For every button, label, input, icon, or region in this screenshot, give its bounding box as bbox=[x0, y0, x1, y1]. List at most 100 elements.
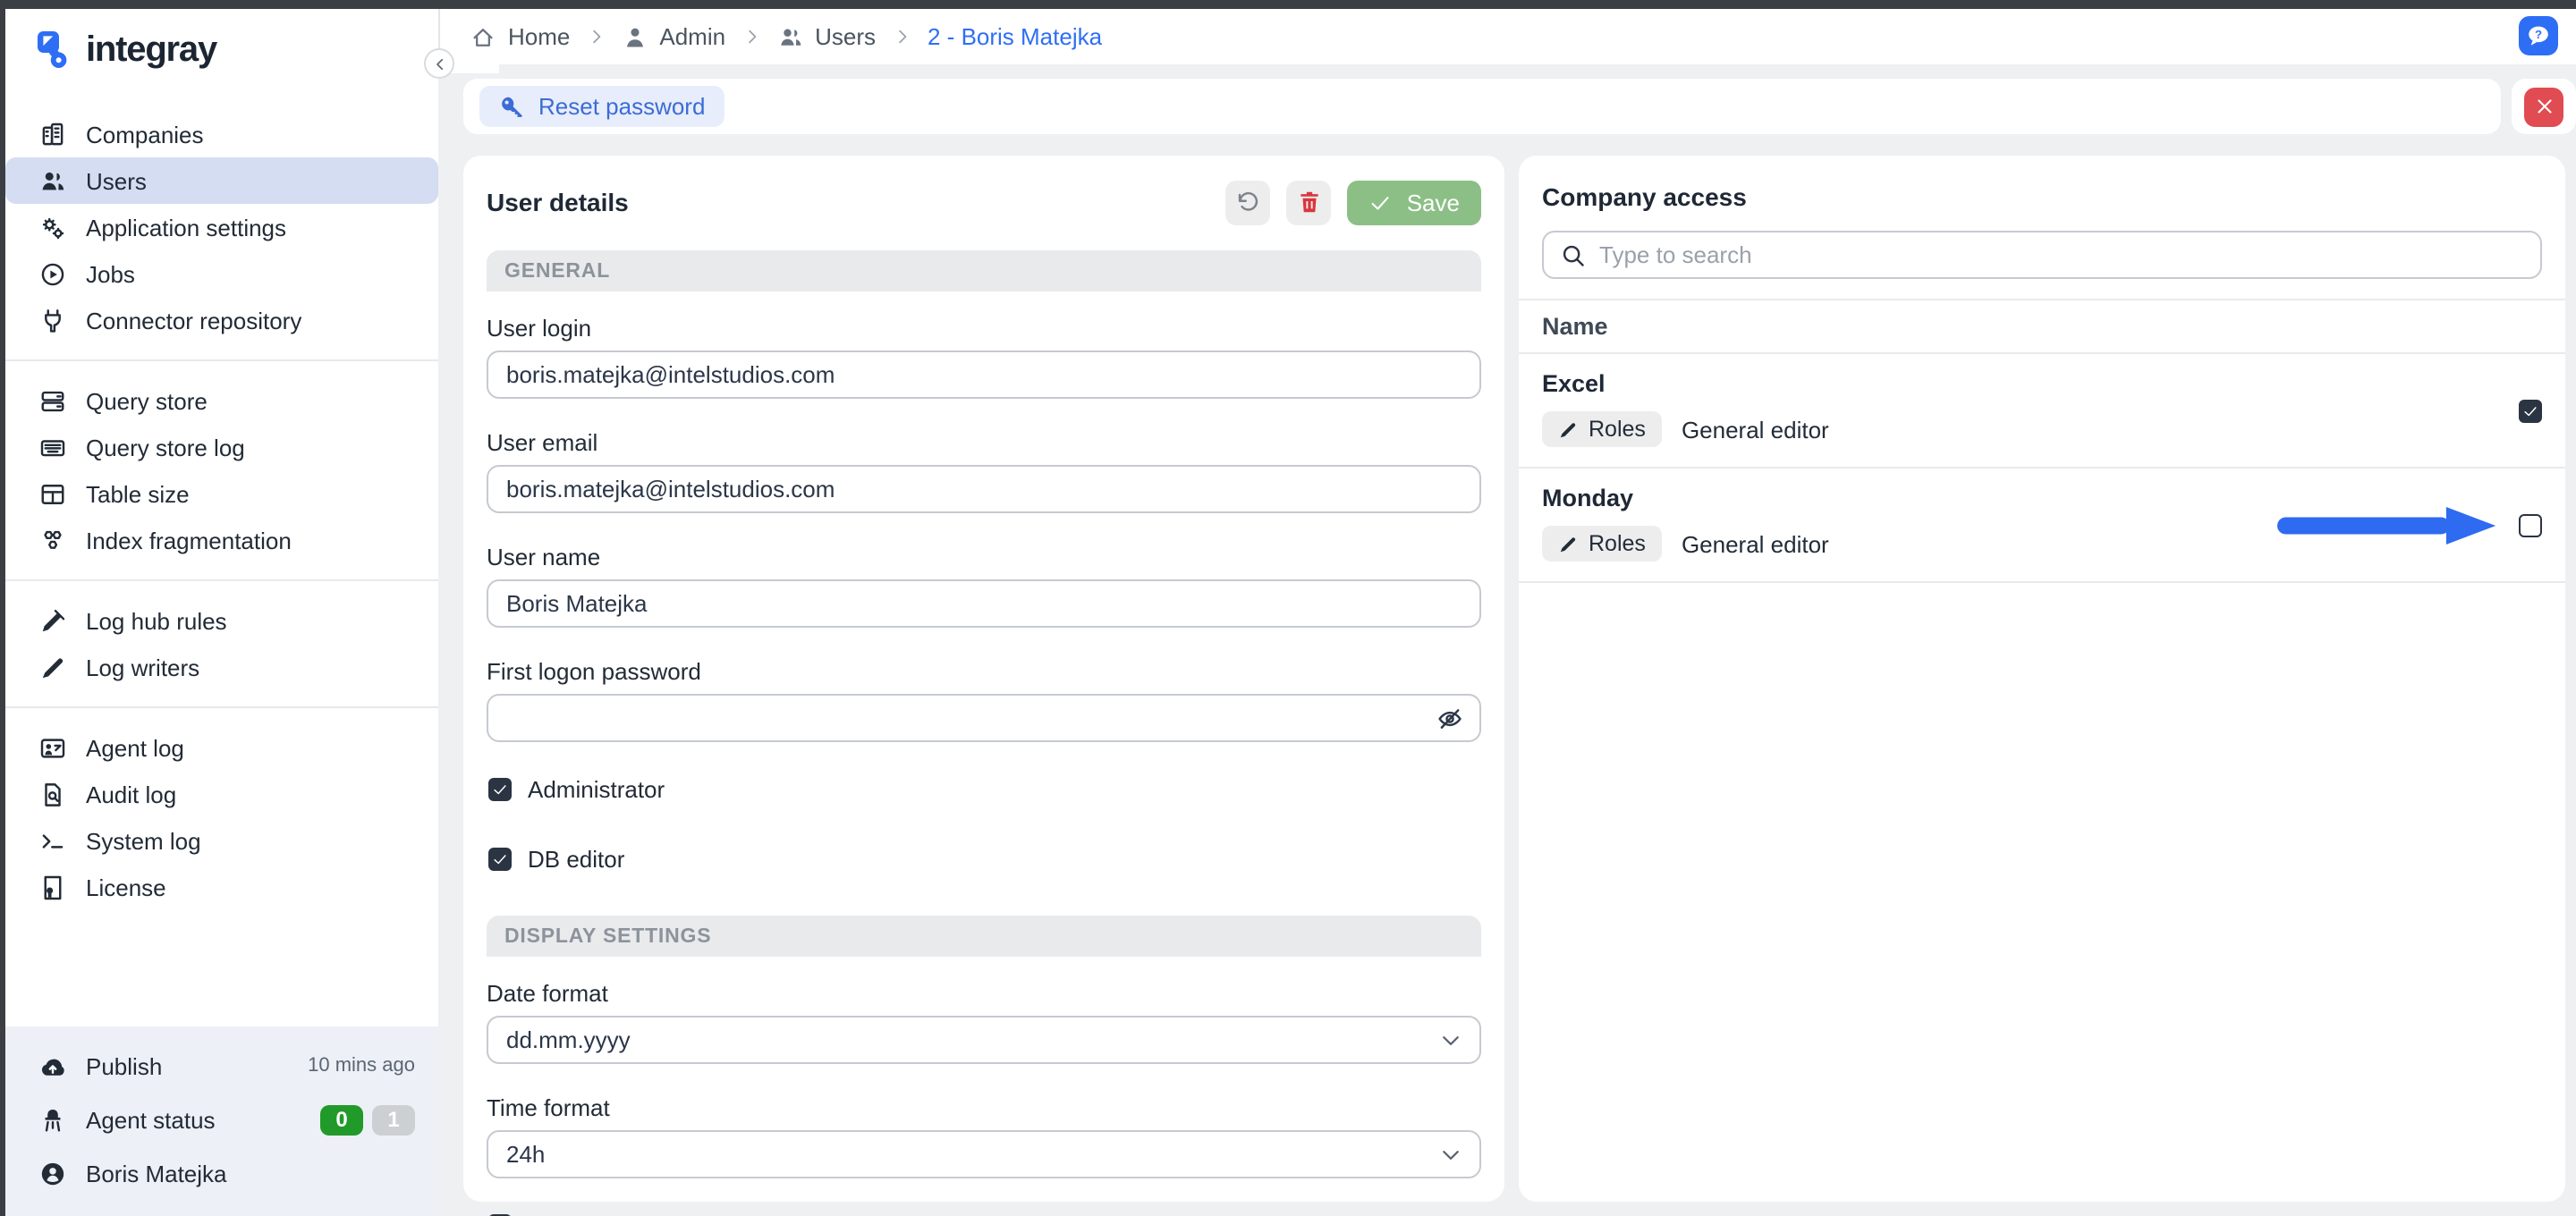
delete-button[interactable] bbox=[1287, 180, 1332, 224]
sidebar-divider bbox=[5, 706, 438, 708]
sidebar-footer-publish[interactable]: Publish10 mins ago bbox=[5, 1039, 438, 1093]
home-icon bbox=[470, 24, 496, 49]
roles-button-monday[interactable]: Roles bbox=[1542, 526, 1662, 562]
date-format-select[interactable]: dd.mm.yyyy bbox=[487, 1016, 1481, 1064]
user-details-title: User details bbox=[487, 188, 629, 216]
doc-search-icon bbox=[39, 781, 66, 807]
chevron-right-icon bbox=[586, 27, 606, 46]
breadcrumb-home[interactable]: Home bbox=[470, 23, 570, 50]
sidebar-item-audit-log[interactable]: Audit log bbox=[5, 771, 438, 817]
sidebar-item-index-fragmentation[interactable]: Index fragmentation bbox=[5, 517, 438, 563]
reset-password-label: Reset password bbox=[538, 93, 705, 120]
sidebar: integray AdministrationCompaniesUsersApp… bbox=[5, 9, 438, 1216]
chevron-down-icon bbox=[1438, 1142, 1463, 1167]
company-access-checkbox-excel[interactable] bbox=[2519, 399, 2542, 422]
time-format-select[interactable]: 24h bbox=[487, 1130, 1481, 1178]
user-name-input[interactable] bbox=[488, 590, 1479, 617]
license-icon bbox=[39, 874, 66, 900]
pencil-icon bbox=[39, 654, 66, 680]
window-top-edge bbox=[0, 0, 2576, 9]
sidebar-item-application-settings[interactable]: Application settings bbox=[5, 204, 438, 250]
sidebar-item-system-log[interactable]: System log bbox=[5, 817, 438, 864]
close-panel bbox=[2512, 79, 2576, 134]
company-access-title: Company access bbox=[1542, 182, 1747, 211]
db-editor-checkbox[interactable] bbox=[488, 848, 512, 871]
chevron-down-icon bbox=[1438, 1027, 1463, 1052]
sidebar-item-jobs[interactable]: Jobs bbox=[5, 250, 438, 297]
users-icon bbox=[39, 167, 66, 194]
sidebar-divider bbox=[5, 359, 438, 361]
svg-text:?: ? bbox=[2535, 28, 2542, 41]
user-details-card: User details Save bbox=[463, 156, 1504, 1202]
toggle-password-visibility[interactable] bbox=[1436, 705, 1463, 731]
company-search-input[interactable] bbox=[1544, 241, 2540, 268]
agent-icon bbox=[39, 1106, 66, 1133]
gears-icon bbox=[39, 214, 66, 241]
action-bar: Reset password bbox=[463, 79, 2501, 134]
undo-button[interactable] bbox=[1226, 180, 1271, 224]
save-button[interactable]: Save bbox=[1348, 180, 1481, 224]
breadcrumb-2-boris-matejka[interactable]: 2 - Boris Matejka bbox=[928, 23, 1102, 50]
help-bubble-icon: ? bbox=[2524, 21, 2553, 50]
reset-password-button[interactable]: Reset password bbox=[479, 86, 724, 127]
person-icon bbox=[622, 24, 647, 49]
company-role: General editor bbox=[1682, 530, 1829, 557]
sidebar-footer: Publish10 mins agoAgent status01Boris Ma… bbox=[5, 1026, 438, 1216]
pencil-icon bbox=[1558, 534, 1578, 553]
close-button[interactable] bbox=[2524, 87, 2563, 126]
top-header: Home Admin Users 2 - Boris Matejka ? bbox=[438, 9, 2576, 64]
annotation-arrow bbox=[2277, 502, 2499, 547]
user-email-input[interactable] bbox=[488, 476, 1479, 502]
show-date-and-time-in-utc[interactable]: Show date and time in UTC bbox=[488, 1212, 1481, 1216]
sidebar-item-connector-repository[interactable]: Connector repository bbox=[5, 297, 438, 343]
save-label: Save bbox=[1407, 189, 1460, 215]
play-icon bbox=[39, 260, 66, 287]
sidebar-item-query-store-log[interactable]: Query store log bbox=[5, 424, 438, 470]
field-label: User email bbox=[487, 429, 1481, 456]
cloud-up-icon bbox=[39, 1052, 66, 1079]
user-circle-icon bbox=[39, 1160, 66, 1186]
agent-status-badge-0: 0 bbox=[320, 1104, 363, 1135]
breadcrumb-admin[interactable]: Admin bbox=[622, 23, 725, 50]
roles-button-excel[interactable]: Roles bbox=[1542, 411, 1662, 447]
chevron-right-icon bbox=[892, 27, 911, 46]
eye-slash-icon bbox=[1436, 705, 1463, 731]
administrator-checkbox[interactable] bbox=[488, 778, 512, 801]
hive-icon bbox=[39, 527, 66, 553]
company-access-checkbox-monday[interactable] bbox=[2519, 513, 2542, 536]
help-button[interactable]: ? bbox=[2519, 16, 2558, 55]
building-icon bbox=[39, 121, 66, 148]
breadcrumb-separator bbox=[741, 27, 761, 46]
sidebar-item-query-store[interactable]: Query store bbox=[5, 377, 438, 424]
breadcrumb-users[interactable]: Users bbox=[777, 23, 876, 50]
app-window: integray AdministrationCompaniesUsersApp… bbox=[0, 0, 2576, 1216]
terminal-icon bbox=[39, 827, 66, 854]
sidebar-footer-agent-status[interactable]: Agent status01 bbox=[5, 1093, 438, 1146]
sidebar-item-log-hub-rules[interactable]: Log hub rules bbox=[5, 597, 438, 644]
field-label: Time format bbox=[487, 1094, 1481, 1121]
db-editor[interactable]: DB editor bbox=[488, 846, 1481, 873]
sidebar-item-log-writers[interactable]: Log writers bbox=[5, 644, 438, 690]
company-searchbox bbox=[1542, 231, 2542, 279]
pen-ruler-icon bbox=[39, 607, 66, 634]
user-login-input[interactable] bbox=[488, 361, 1479, 388]
company-role: General editor bbox=[1682, 416, 1829, 443]
table-icon bbox=[39, 480, 66, 507]
logo-text: integray bbox=[86, 30, 216, 71]
agent-status-badge-1: 1 bbox=[372, 1104, 415, 1135]
sidebar-item-agent-log[interactable]: Agent log bbox=[5, 724, 438, 771]
undo-icon bbox=[1235, 189, 1262, 215]
first-logon-password-input[interactable] bbox=[488, 705, 1479, 731]
sidebar-item-license[interactable]: License bbox=[5, 864, 438, 910]
trash-icon bbox=[1297, 190, 1322, 215]
sidebar-collapse-button[interactable] bbox=[424, 48, 454, 79]
administrator[interactable]: Administrator bbox=[488, 776, 1481, 803]
sidebar-footer-boris-matejka[interactable]: Boris Matejka bbox=[5, 1146, 438, 1200]
keyboard-icon bbox=[39, 434, 66, 460]
sidebar-item-companies[interactable]: Companies bbox=[5, 111, 438, 157]
sidebar-item-users[interactable]: Users bbox=[5, 157, 438, 204]
logo: integray bbox=[5, 9, 438, 75]
field-label: User login bbox=[487, 315, 1481, 342]
company-row-excel: ExcelRolesGeneral editor bbox=[1542, 354, 2542, 467]
sidebar-item-table-size[interactable]: Table size bbox=[5, 470, 438, 517]
